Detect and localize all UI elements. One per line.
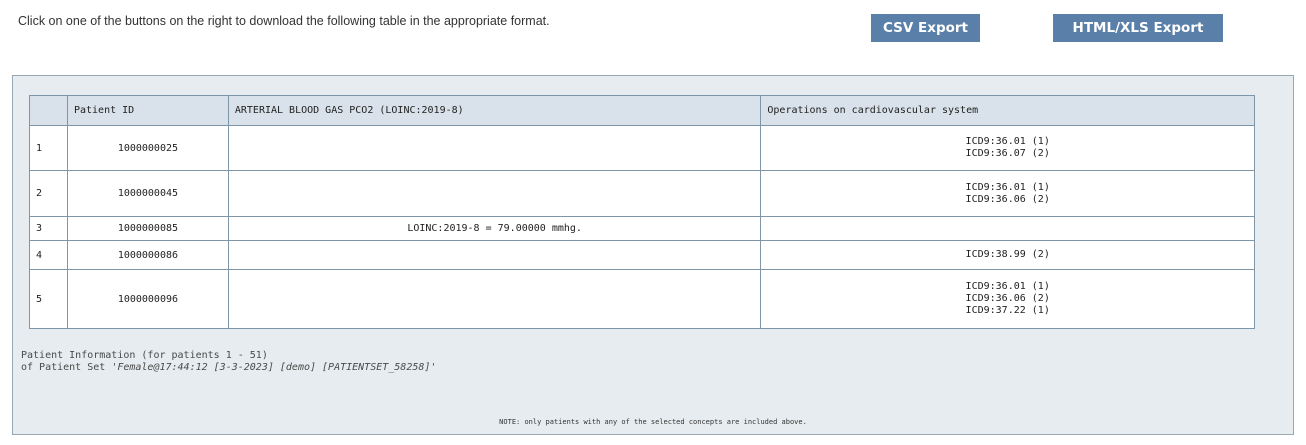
ops-cell: ICD9:38.99 (2) bbox=[760, 240, 1255, 270]
table-row: 3 1000000085 LOINC:2019-8 = 79.00000 mmh… bbox=[29, 216, 1255, 241]
patient-id-cell: 1000000045 bbox=[66, 170, 229, 217]
table-header-row: Patient ID ARTERIAL BLOOD GAS PCO2 (LOIN… bbox=[29, 95, 1255, 126]
table-row: 2 1000000045 ICD9:36.01 (1) ICD9:36.06 (… bbox=[29, 170, 1255, 217]
ops-code: ICD9:36.06 (2) bbox=[965, 193, 1050, 205]
table-row: 4 1000000086 ICD9:38.99 (2) bbox=[29, 240, 1255, 270]
patient-info-footer: Patient Information (for patients 1 - 51… bbox=[21, 350, 436, 374]
table-row: 5 1000000096 ICD9:36.01 (1) ICD9:36.06 (… bbox=[29, 269, 1255, 329]
header-abg-pco2: ARTERIAL BLOOD GAS PCO2 (LOINC:2019-8) bbox=[227, 95, 762, 126]
ops-cell: ICD9:36.01 (1) ICD9:36.07 (2) bbox=[760, 125, 1255, 171]
csv-export-button[interactable]: CSV Export bbox=[871, 14, 980, 42]
ops-code: ICD9:36.01 (1) bbox=[965, 281, 1050, 292]
ops-code: ICD9:38.99 (2) bbox=[965, 249, 1050, 260]
abg-cell bbox=[227, 170, 762, 217]
row-index: 3 bbox=[29, 216, 68, 241]
ops-cell bbox=[760, 216, 1255, 241]
patient-id-cell: 1000000085 bbox=[66, 216, 229, 241]
patient-set-line: of Patient Set 'Female@17:44:12 [3-3-202… bbox=[21, 362, 436, 374]
header-cardio-ops: Operations on cardiovascular system bbox=[760, 95, 1255, 126]
ops-cell: ICD9:36.01 (1) ICD9:36.06 (2) ICD9:37.22… bbox=[760, 269, 1255, 329]
abg-cell bbox=[227, 125, 762, 171]
patient-id-cell: 1000000086 bbox=[66, 240, 229, 270]
abg-cell bbox=[227, 269, 762, 329]
patient-info-range: Patient Information (for patients 1 - 51… bbox=[21, 350, 268, 361]
row-index: 1 bbox=[29, 125, 68, 171]
abg-cell bbox=[227, 240, 762, 270]
instruction-text: Click on one of the buttons on the right… bbox=[18, 14, 550, 28]
note-text: NOTE: only patients with any of the sele… bbox=[499, 418, 807, 426]
header-index bbox=[29, 95, 68, 126]
patient-set-name: 'Female@17:44:12 [3-3-2023] [demo] [PATI… bbox=[111, 362, 437, 373]
patient-table: Patient ID ARTERIAL BLOOD GAS PCO2 (LOIN… bbox=[29, 95, 1255, 329]
header-patient-id: Patient ID bbox=[66, 95, 229, 126]
html-xls-export-button[interactable]: HTML/XLS Export bbox=[1053, 14, 1223, 42]
abg-cell: LOINC:2019-8 = 79.00000 mmhg. bbox=[227, 216, 762, 241]
ops-code: ICD9:36.01 (1) bbox=[965, 136, 1050, 147]
patient-id-cell: 1000000096 bbox=[66, 269, 229, 329]
ops-code: ICD9:37.22 (1) bbox=[965, 305, 1050, 316]
row-index: 4 bbox=[29, 240, 68, 270]
row-index: 5 bbox=[29, 269, 68, 329]
table-row: 1 1000000025 ICD9:36.01 (1) ICD9:36.07 (… bbox=[29, 125, 1255, 171]
ops-cell: ICD9:36.01 (1) ICD9:36.06 (2) bbox=[760, 170, 1255, 217]
results-panel: Patient ID ARTERIAL BLOOD GAS PCO2 (LOIN… bbox=[12, 75, 1294, 435]
row-index: 2 bbox=[29, 170, 68, 217]
patient-set-prefix: of Patient Set bbox=[21, 362, 112, 373]
ops-code: ICD9:36.07 (2) bbox=[965, 148, 1050, 159]
ops-code: ICD9:36.06 (2) bbox=[965, 293, 1050, 304]
ops-code: ICD9:36.01 (1) bbox=[965, 181, 1050, 193]
patient-id-cell: 1000000025 bbox=[66, 125, 229, 171]
